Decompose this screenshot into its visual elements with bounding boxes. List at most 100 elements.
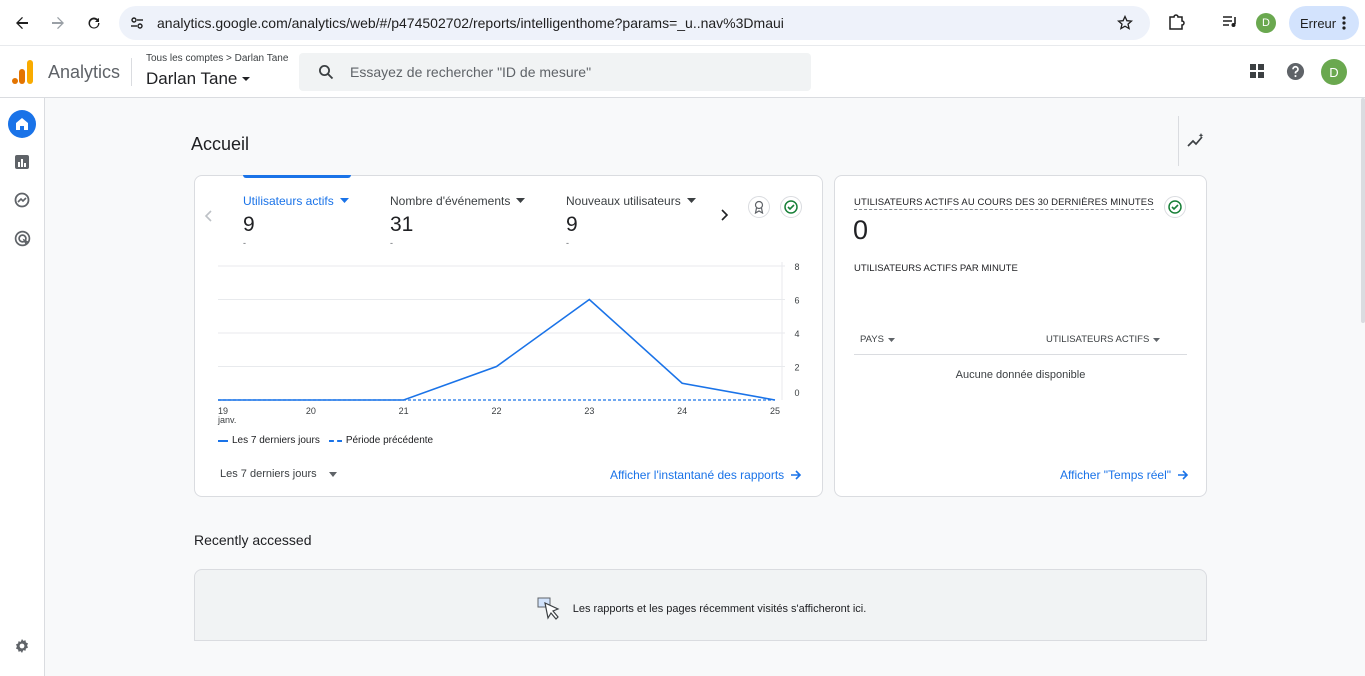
kebab-menu-icon [1342, 16, 1346, 30]
user-avatar[interactable]: D [1321, 59, 1347, 85]
caret-down-icon [516, 198, 526, 203]
app-header: Analytics Tous les comptes > Darlan Tane… [0, 46, 1365, 98]
tab-event-count[interactable]: Nombre d'événements 31 - [390, 194, 526, 248]
back-button[interactable] [7, 8, 37, 38]
x-tick-label: 22 [491, 406, 501, 416]
apps-grid-icon[interactable] [1249, 63, 1265, 79]
tab-new-users[interactable]: Nouveaux utilisateurs 9 - [566, 194, 696, 248]
y-tick-label: 4 [794, 329, 799, 339]
column-label: UTILISATEURS ACTIFS [1046, 334, 1150, 345]
address-bar[interactable]: analytics.google.com/analytics/web/#/p47… [119, 6, 1150, 40]
account-name: Darlan Tane [146, 69, 238, 88]
caret-down-icon [1153, 337, 1161, 342]
y-tick-label: 2 [794, 363, 799, 373]
realtime-title: UTILISATEURS ACTIFS AU COURS DES 30 DERN… [854, 197, 1154, 210]
line-chart: 8642019janv.20 21 22 23 24 25 [217, 262, 800, 425]
view-realtime-link[interactable]: Afficher "Temps réel" [1060, 468, 1189, 482]
reload-icon [88, 17, 100, 29]
analytics-logo-icon [12, 60, 33, 84]
forward-arrow-icon [52, 17, 64, 29]
url-text: analytics.google.com/analytics/web/#/p47… [157, 15, 784, 31]
active-tab-indicator [243, 175, 351, 178]
tab-active-users[interactable]: Utilisateurs actifs 9 - [243, 194, 349, 248]
view-reports-snapshot-link[interactable]: Afficher l'instantané des rapports [610, 468, 802, 482]
realtime-subtitle: UTILISATEURS ACTIFS PAR MINUTE [854, 263, 1018, 274]
legend-swatch-previous [328, 439, 342, 442]
arrow-right-icon [1178, 470, 1189, 480]
empty-state-text: Aucune donnée disponible [955, 369, 1086, 381]
help-icon[interactable] [1286, 62, 1305, 81]
x-tick-label: 21 [399, 406, 409, 416]
arrow-right-icon [791, 470, 802, 480]
error-menu-button[interactable]: Erreur [1289, 6, 1359, 40]
x-tick-label: 20 [306, 406, 316, 416]
data-status-badge[interactable] [780, 196, 802, 218]
nav-admin-settings[interactable] [8, 632, 36, 660]
link-label: Afficher l'instantané des rapports [610, 468, 785, 482]
home-icon [16, 118, 28, 130]
header-divider [131, 58, 132, 86]
caret-down-icon [328, 471, 337, 477]
account-selector[interactable]: Darlan Tane [146, 69, 251, 89]
media-queue-icon [1223, 16, 1236, 27]
nav-reports[interactable] [8, 148, 36, 176]
caret-down-icon [686, 198, 696, 203]
bar-chart-icon [15, 155, 29, 169]
y-tick-label: 8 [794, 262, 799, 272]
date-range-select[interactable]: Les 7 derniers jours [220, 468, 337, 480]
breadcrumb[interactable]: Tous les comptes > Darlan Tane [146, 53, 288, 64]
caret-down-icon [887, 337, 895, 342]
x-tick-label-secondary: janv. [217, 415, 236, 425]
insight-badge[interactable] [748, 196, 770, 218]
caret-down-icon [242, 77, 251, 81]
column-header-country[interactable]: PAYS [860, 334, 895, 345]
x-tick-label: 23 [584, 406, 594, 416]
realtime-status-badge[interactable] [1164, 196, 1186, 218]
extensions-button[interactable] [1166, 8, 1186, 43]
advertising-target-icon [14, 230, 30, 246]
search-placeholder: Essayez de rechercher "ID de mesure" [350, 64, 592, 80]
column-header-active-users[interactable]: UTILISATEURS ACTIFS [1046, 334, 1161, 345]
legend-previous: Période précédente [345, 435, 434, 446]
metric-change: - [566, 238, 569, 248]
metric-label: Nouveaux utilisateurs [566, 194, 696, 208]
insights-sparkle-icon[interactable] [1186, 132, 1206, 150]
metric-label: Utilisateurs actifs [243, 194, 349, 208]
prev-metric-chevron-icon[interactable] [204, 210, 213, 222]
x-tick-label: 25 [770, 406, 780, 416]
explore-icon [14, 192, 30, 208]
profile-button[interactable]: D [1256, 13, 1276, 33]
nav-explore[interactable] [8, 186, 36, 214]
site-settings-icon [131, 17, 143, 29]
cursor-click-icon [537, 597, 560, 620]
x-tick-label: 24 [677, 406, 687, 416]
search-input[interactable]: Essayez de rechercher "ID de mesure" [299, 53, 811, 91]
page-scrollbar[interactable] [1361, 98, 1365, 323]
metric-change: - [243, 238, 246, 248]
check-circle-icon [784, 200, 798, 214]
nav-home[interactable] [8, 110, 36, 138]
metric-value: 31 [390, 213, 414, 236]
forward-button[interactable] [43, 8, 73, 38]
column-label: PAYS [860, 334, 884, 345]
media-control-button[interactable] [1221, 8, 1239, 43]
next-metric-chevron-icon[interactable] [720, 209, 729, 221]
y-tick-label: 0 [794, 388, 799, 398]
recently-accessed-message: Les rapports et les pages récemment visi… [572, 603, 867, 615]
check-circle-icon [1168, 200, 1182, 214]
gear-icon [16, 639, 28, 653]
puzzle-icon [1169, 14, 1185, 30]
page-title: Accueil [191, 134, 250, 154]
metric-change: - [390, 238, 393, 248]
profile-avatar: D [1256, 13, 1276, 33]
nav-advertising[interactable] [8, 224, 36, 252]
table-divider [854, 354, 1187, 355]
realtime-value: 0 [853, 215, 869, 245]
title-divider [1178, 116, 1179, 166]
link-label: Afficher "Temps réel" [1060, 468, 1172, 482]
metric-value: 9 [566, 213, 578, 236]
bookmark-star-icon [1117, 15, 1133, 30]
reload-button[interactable] [79, 8, 109, 38]
browser-toolbar: analytics.google.com/analytics/web/#/p47… [0, 0, 1365, 46]
date-range-label: Les 7 derniers jours [220, 468, 317, 480]
